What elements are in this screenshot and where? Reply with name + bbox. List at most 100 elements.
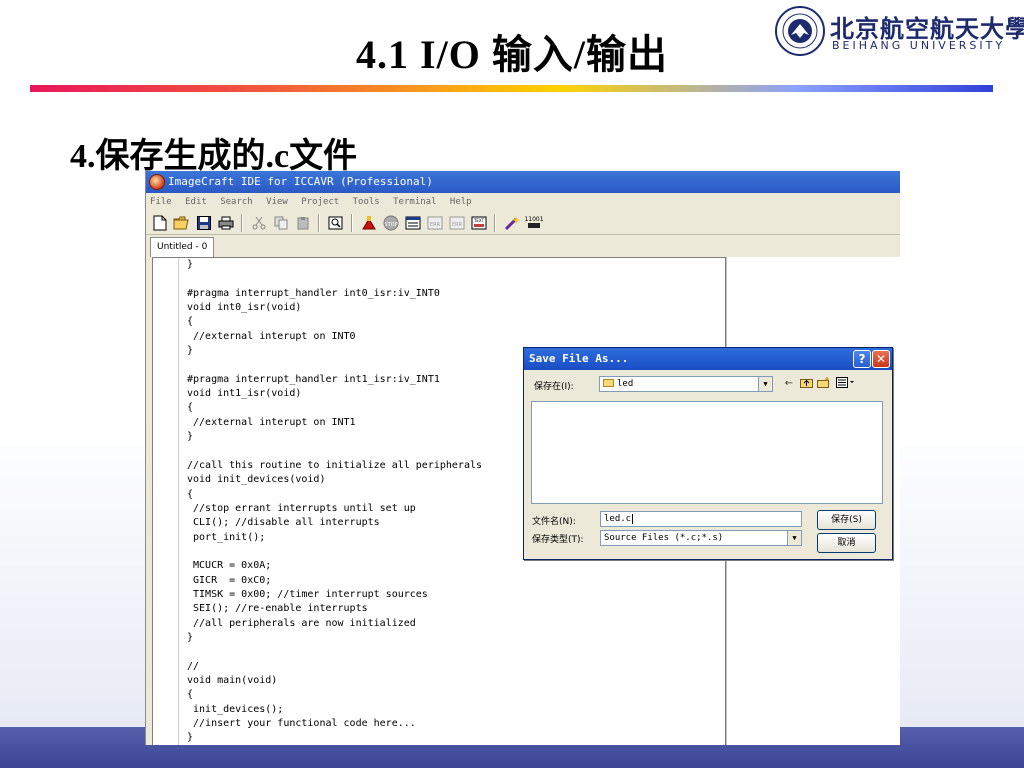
filename-label: 文件名(N): xyxy=(532,517,576,527)
chevron-down-icon[interactable]: ▼ xyxy=(787,531,801,545)
svg-text:TEXT: TEXT xyxy=(472,218,484,223)
save-in-label: 保存在(I): xyxy=(534,382,574,392)
new-file-icon[interactable] xyxy=(150,214,169,232)
svg-text:ERR: ERR xyxy=(451,222,462,228)
section-heading: 4.保存生成的.c文件 xyxy=(70,138,358,175)
code-line: void int0_isr(void) xyxy=(187,302,302,314)
code-line: } xyxy=(187,631,194,643)
code-line: { xyxy=(187,488,194,500)
menu-edit[interactable]: Edit xyxy=(185,197,207,207)
editor-gutter xyxy=(153,258,179,745)
code-line: //external interupt on INT1 xyxy=(187,416,356,428)
compile-icon[interactable] xyxy=(403,214,422,232)
code-line: SEI(); //re-enable interrupts xyxy=(187,603,368,615)
filename-input[interactable]: led.c xyxy=(600,511,802,527)
wizard-icon[interactable] xyxy=(502,214,521,232)
code-line: } xyxy=(187,345,194,357)
err-icon[interactable]: ERR xyxy=(425,214,444,232)
code-line: { xyxy=(187,689,194,701)
text-cursor xyxy=(632,514,634,524)
cancel-button[interactable]: 取消 xyxy=(817,533,876,553)
code-line: void main(void) xyxy=(187,674,278,686)
code-line: TIMSK = 0x00; //timer interrupt sources xyxy=(187,588,428,600)
code-line: { xyxy=(187,402,194,414)
menu-tools[interactable]: Tools xyxy=(353,197,380,207)
menu-file[interactable]: File xyxy=(150,197,172,207)
tab-untitled[interactable]: Untitled - 0 xyxy=(150,237,215,257)
filetype-label: 保存类型(T): xyxy=(532,535,584,545)
code-line: //external interupt on INT0 xyxy=(187,330,356,342)
code-line: GICR = 0xC0; xyxy=(187,574,272,586)
save-icon[interactable] xyxy=(194,214,213,232)
stop-icon[interactable]: STOP xyxy=(381,214,400,232)
code-line: // xyxy=(187,660,200,672)
code-line: { xyxy=(187,316,194,328)
save-in-select[interactable]: led ▼ xyxy=(599,376,773,392)
university-name-english: BEIHANG UNIVERSITY xyxy=(832,39,1006,52)
save-button[interactable]: 保存(S) xyxy=(817,510,876,530)
toolbar-separator xyxy=(318,213,320,232)
dialog-titlebar: Save File As... xyxy=(524,348,892,370)
bits-icon[interactable]: 11001 xyxy=(524,214,543,232)
paste-icon[interactable] xyxy=(293,214,312,232)
view-menu-icon[interactable] xyxy=(835,377,857,391)
svg-text:STOP: STOP xyxy=(384,222,397,228)
svg-text:ERR: ERR xyxy=(429,222,440,228)
ide-toolbar: STOP ERR ERR TEXT 11001 xyxy=(146,211,900,235)
up-folder-icon[interactable] xyxy=(799,377,813,391)
chevron-down-icon[interactable]: ▼ xyxy=(758,377,772,391)
help-button[interactable]: ? xyxy=(853,350,871,368)
code-line: } xyxy=(187,431,194,443)
close-button[interactable]: ✕ xyxy=(872,350,890,368)
print-icon[interactable] xyxy=(216,214,235,232)
code-line: //call this routine to initialize all pe… xyxy=(187,459,483,471)
code-line: } xyxy=(187,732,194,744)
toolbar-separator xyxy=(241,213,243,232)
save-file-dialog: Save File As... ? ✕ 保存在(I): led ▼ ← 文件名(… xyxy=(523,347,893,560)
copy-icon[interactable] xyxy=(271,214,290,232)
code-line: //stop errant interrupts until set up xyxy=(187,502,416,514)
toolbar-separator xyxy=(494,213,496,232)
code-line: MCUCR = 0x0A; xyxy=(187,560,272,572)
find-icon[interactable] xyxy=(326,214,345,232)
filetype-value: Source Files (*.c;*.s) xyxy=(604,533,724,543)
cut-icon[interactable] xyxy=(249,214,268,232)
menu-project[interactable]: Project xyxy=(301,197,339,207)
code-line: } xyxy=(187,259,194,270)
menu-search[interactable]: Search xyxy=(220,197,253,207)
code-text: } #pragma interrupt_handler int0_isr:iv_… xyxy=(187,258,482,745)
code-line: //all peripherals are now initialized xyxy=(187,617,416,629)
university-logo: 北京航空航天大學 BEIHANG UNIVERSITY xyxy=(774,5,1024,61)
toolbar-separator xyxy=(351,213,353,232)
term-icon[interactable]: TEXT xyxy=(469,214,488,232)
back-icon[interactable]: ← xyxy=(782,377,796,391)
code-line: #pragma interrupt_handler int1_isr:iv_IN… xyxy=(187,373,440,385)
ide-titlebar: ImageCraft IDE for ICCAVR (Professional) xyxy=(146,171,900,193)
filename-value: led.c xyxy=(604,514,632,524)
university-seal-icon xyxy=(775,6,825,56)
code-line: void int1_isr(void) xyxy=(187,388,302,400)
errs-icon[interactable]: ERR xyxy=(447,214,466,232)
svg-text:11001: 11001 xyxy=(525,216,543,223)
code-line: //insert your functional code here... xyxy=(187,718,416,729)
app-icon xyxy=(149,174,165,190)
editor-tabs: Untitled - 0 xyxy=(150,237,215,257)
build-icon[interactable] xyxy=(359,214,378,232)
open-folder-icon[interactable] xyxy=(172,214,191,232)
ide-window-title: ImageCraft IDE for ICCAVR (Professional) xyxy=(168,175,433,188)
menu-view[interactable]: View xyxy=(266,197,288,207)
menu-terminal[interactable]: Terminal xyxy=(393,197,436,207)
folder-icon xyxy=(603,379,614,387)
menu-help[interactable]: Help xyxy=(450,197,472,207)
new-folder-icon[interactable] xyxy=(816,377,830,391)
code-line: init_devices(); xyxy=(187,703,284,715)
save-in-value: led xyxy=(617,379,634,389)
file-list[interactable] xyxy=(531,401,883,504)
filetype-select[interactable]: Source Files (*.c;*.s) ▼ xyxy=(600,530,802,546)
title-divider xyxy=(30,85,993,92)
